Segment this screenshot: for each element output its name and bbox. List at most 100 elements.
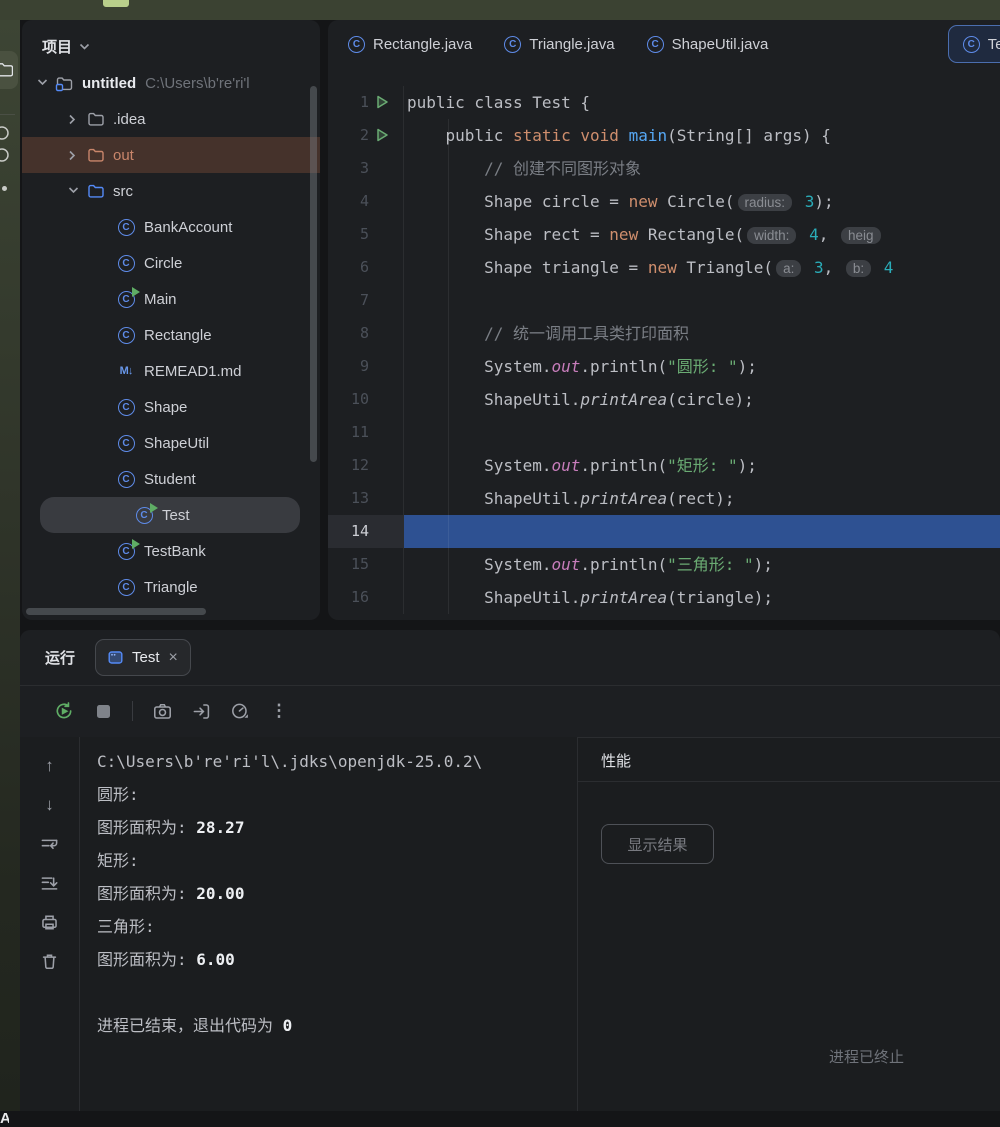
code-line-12[interactable]: 12 System.out.println("矩形: "); (328, 449, 1000, 482)
tree-item-remead1-md[interactable]: M↓REMEAD1.md (22, 353, 320, 389)
project-header[interactable]: 项目 (22, 20, 320, 65)
console-line: 图形面积为: 20.00 (97, 877, 577, 910)
code-token: printArea (580, 390, 667, 409)
run-line-icon[interactable] (375, 95, 391, 111)
print-button[interactable] (39, 911, 61, 933)
process-terminated-status: 进程已终止 (829, 1046, 904, 1067)
code-token: Shape rect = (407, 225, 609, 244)
chevron-down-icon (79, 43, 90, 50)
tree-item-shape[interactable]: CShape (22, 389, 320, 425)
code-line-11[interactable]: 11 (328, 416, 1000, 449)
tree-item-test[interactable]: CTest (40, 497, 300, 533)
project-tool-icon[interactable] (0, 51, 18, 89)
console-output[interactable]: C:\Users\b're'ri'l\.jdks\openjdk-25.0.2\… (80, 737, 577, 1111)
gutter-icon-slot (375, 491, 391, 507)
code-token: // 创建不同图形对象 (484, 159, 641, 178)
code-token: 3 (814, 258, 824, 277)
tree-item-bankaccount[interactable]: C BankAccount (22, 209, 320, 245)
editor-panel: CRectangle.javaCTriangle.javaCShapeUtil.… (328, 20, 1000, 620)
tree-item-icon-slot: C (116, 327, 136, 344)
code-token: static void (513, 126, 629, 145)
code-line-10[interactable]: 10 ShapeUtil.printArea(circle); (328, 383, 1000, 416)
gutter-icon-slot (375, 425, 391, 441)
tree-item-main[interactable]: CMain (22, 281, 320, 317)
code-line-2[interactable]: 2 public static void main(String[] args)… (328, 119, 1000, 152)
screenshot-button[interactable] (150, 699, 174, 723)
code-text: public class Test { (404, 86, 1000, 119)
up-button[interactable]: ↑ (39, 755, 61, 777)
scroll-end-button[interactable] (39, 872, 61, 894)
clear-button[interactable] (39, 950, 61, 972)
code-text: Shape circle = new Circle(radius: 3); (404, 185, 1000, 218)
code-line-7[interactable]: 7 (328, 284, 1000, 317)
code-line-5[interactable]: 5 Shape rect = new Rectangle(width: 4, h… (328, 218, 1000, 251)
code-token: (circle); (667, 390, 754, 409)
chevron-collapsed-icon[interactable] (61, 114, 85, 125)
run-line-icon[interactable] (375, 128, 391, 144)
editor-tab-label: Triangle.java (529, 36, 614, 53)
code-line-16[interactable]: 16 ShapeUtil.printArea(triangle); (328, 581, 1000, 614)
runnable-class-icon: C (136, 507, 153, 524)
more-button[interactable]: ⋮ (267, 699, 291, 723)
gutter: 3 (328, 152, 404, 185)
code-line-4[interactable]: 4 Shape circle = new Circle(radius: 3); (328, 185, 1000, 218)
rerun-button[interactable] (52, 699, 76, 723)
code-line-6[interactable]: 6 Shape triangle = new Triangle(a: 3, b:… (328, 251, 1000, 284)
show-results-button[interactable]: 显示结果 (601, 824, 714, 864)
runnable-class-icon: C (118, 543, 135, 560)
commit-tool-icon[interactable] (0, 123, 16, 167)
chevron-collapsed-icon[interactable] (61, 150, 85, 161)
chevron-expanded-icon[interactable] (61, 186, 85, 197)
run-title: 运行 (45, 647, 75, 668)
tree-item-circle[interactable]: CCircle (22, 245, 320, 281)
code-text: ShapeUtil.printArea(triangle); (404, 581, 1000, 614)
tree-item-testbank[interactable]: C TestBank (22, 533, 320, 569)
code-line-3[interactable]: 3 // 创建不同图形对象 (328, 152, 1000, 185)
soft-wrap-button[interactable] (39, 833, 61, 855)
line-number: 15 (347, 548, 369, 581)
code-editor[interactable]: 1public class Test {2 public static void… (328, 68, 1000, 614)
stop-icon[interactable] (97, 705, 110, 718)
editor-tab-test-java[interactable]: CTest.java (948, 25, 1000, 63)
editor-tab-shapeutil-java[interactable]: CShapeUtil.java (631, 20, 785, 68)
gutter-icon-slot (375, 194, 391, 210)
code-text: ShapeUtil.printArea(rect); (404, 482, 1000, 515)
tree-item-label: TestBank (144, 543, 206, 560)
tree-item-student[interactable]: CStudent (22, 461, 320, 497)
class-icon: C (118, 219, 135, 236)
profiler-button[interactable] (228, 699, 252, 723)
code-token: (rect); (667, 489, 734, 508)
run-tool-window: 运行 Test × ⋮ ↑ ↓ C:\Users\b're'ri'l\.jdks\… (20, 630, 1000, 1111)
editor-tab-rectangle-java[interactable]: CRectangle.java (332, 20, 488, 68)
editor-tab-triangle-java[interactable]: CTriangle.java (488, 20, 630, 68)
tree-item-label: BankAccount (144, 219, 232, 236)
code-line-8[interactable]: 8 // 统一调用工具类打印面积 (328, 317, 1000, 350)
project-horizontal-scrollbar[interactable] (26, 608, 206, 615)
code-line-13[interactable]: 13 ShapeUtil.printArea(rect); (328, 482, 1000, 515)
project-vertical-scrollbar[interactable] (310, 86, 317, 462)
code-text: ShapeUtil.printArea(circle); (404, 383, 1000, 416)
tree-item-triangle[interactable]: CTriangle (22, 569, 320, 605)
stop-button[interactable] (91, 699, 115, 723)
code-token: , (819, 225, 838, 244)
tree-item-rectangle[interactable]: CRectangle (22, 317, 320, 353)
code-line-15[interactable]: 15 System.out.println("三角形: "); (328, 548, 1000, 581)
tree-item-untitled[interactable]: untitledC:\Users\b're'ri'l (22, 65, 320, 101)
class-icon: C (348, 36, 365, 53)
code-token: (String[] args) { (667, 126, 831, 145)
tree-item-shapeutil[interactable]: CShapeUtil (22, 425, 320, 461)
tree-item-out[interactable]: out (22, 137, 320, 173)
code-line-1[interactable]: 1public class Test { (328, 86, 1000, 119)
run-tab-test[interactable]: Test × (95, 639, 191, 676)
attach-button[interactable] (189, 699, 213, 723)
down-button[interactable]: ↓ (39, 794, 61, 816)
close-icon[interactable]: × (169, 649, 178, 667)
chevron-expanded-icon[interactable] (30, 78, 54, 89)
tree-item--idea[interactable]: .idea (22, 101, 320, 137)
tree-item-src[interactable]: src (22, 173, 320, 209)
code-line-14[interactable]: 14 (328, 515, 1000, 548)
code-text: Shape rect = new Rectangle(width: 4, hei… (404, 218, 1000, 251)
run-overlay-icon (150, 503, 158, 513)
code-line-9[interactable]: 9 System.out.println("圆形: "); (328, 350, 1000, 383)
more-options-icon[interactable]: ⋮ (271, 701, 288, 721)
